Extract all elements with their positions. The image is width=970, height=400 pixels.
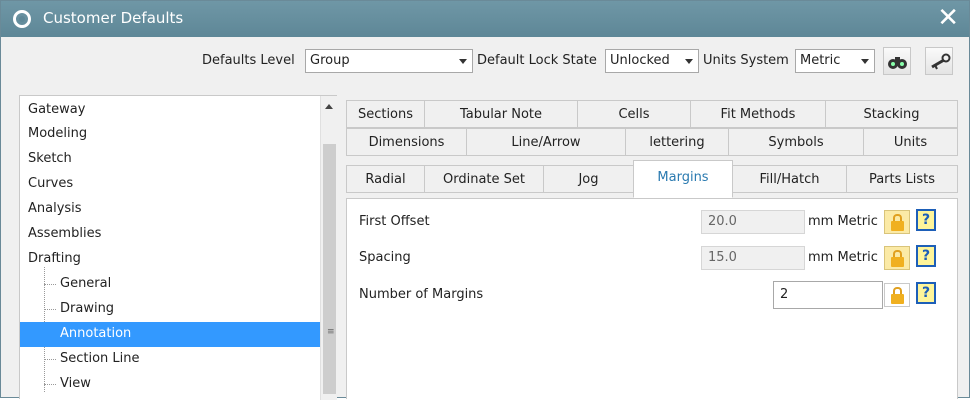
grip-icon: ≡ [327,327,335,337]
tab-stacking[interactable]: Stacking [825,100,958,128]
tree-item-label: Annotation [60,326,132,341]
tab-cells[interactable]: Cells [577,100,691,128]
spacing-label: Spacing [359,250,411,265]
defaults-level-value: Group [310,53,350,68]
tree-item-label: Drawing [60,301,115,316]
key-button[interactable] [925,47,953,75]
tab-dimensions[interactable]: Dimensions [346,128,467,156]
tree-item-curves[interactable]: Curves [20,172,320,197]
chevron-down-icon [459,59,467,64]
tab-margins[interactable]: Margins [633,160,733,198]
tree-item-sketch[interactable]: Sketch [20,147,320,172]
lock-icon-body [891,294,904,304]
tree-item-label: Sketch [28,151,72,166]
tree-item-assemblies[interactable]: Assemblies [20,222,320,247]
scroll-up-arrow-icon[interactable] [325,104,333,109]
lock-state-select[interactable]: Unlocked [605,49,699,73]
tree-item-label: General [60,276,112,291]
number-of-margins-help-button[interactable]: ? [916,282,936,304]
spacing-help-button[interactable]: ? [916,245,936,267]
find-button[interactable] [883,47,911,75]
number-of-margins-input[interactable]: 2 [773,281,883,309]
window-title: Customer Defaults [43,9,184,27]
tree-item-modeling[interactable]: Modeling [20,122,320,147]
tree-item-general[interactable]: General [20,272,320,297]
first-offset-unit: mm Metric [808,214,878,229]
customer-defaults-dialog: Customer Defaults ✕ Defaults Level Group… [0,0,970,400]
defaults-level-label: Defaults Level [202,53,295,68]
units-system-select[interactable]: Metric [795,49,875,73]
close-icon[interactable]: ✕ [937,4,959,32]
tree-item-annotation[interactable]: Annotation [20,322,320,347]
toolbar: Defaults Level Group Default Lock State … [1,37,969,83]
number-of-margins-label: Number of Margins [359,287,484,302]
scroll-thumb[interactable]: ≡ [323,144,336,394]
spacing-unit: mm Metric [808,250,878,265]
settings-tabs: Sections Tabular Note Cells Fit Methods … [346,95,958,199]
tree-item-section-line[interactable]: Section Line [20,347,320,372]
tab-sections[interactable]: Sections [346,100,425,128]
units-system-label: Units System [703,53,789,68]
first-offset-lock-button[interactable] [884,210,910,234]
tree-item-drawing[interactable]: Drawing [20,297,320,322]
tab-tabular-note[interactable]: Tabular Note [424,100,578,128]
chevron-down-icon [861,59,869,64]
tab-radial[interactable]: Radial [346,165,425,193]
tree-item-gateway[interactable]: Gateway [20,98,320,123]
tree-item-label: Assemblies [28,226,102,241]
tree-item-label: Analysis [28,201,82,216]
lock-state-label: Default Lock State [477,53,597,68]
tree-item-label: View [60,376,91,391]
margins-panel: First Offset 20.0 mm Metric ? Spacing 15… [346,198,958,399]
spacing-field: 15.0 [701,246,805,270]
tab-parts-lists[interactable]: Parts Lists [846,165,958,193]
tree-item-view[interactable]: View [20,372,320,397]
number-of-margins-lock-button[interactable] [884,283,910,307]
tab-fit-methods[interactable]: Fit Methods [690,100,826,128]
first-offset-label: First Offset [359,214,430,229]
tree-scrollbar[interactable]: ≡ [320,96,337,400]
tree-item-label: Drafting [28,251,81,266]
tab-fill-hatch[interactable]: Fill/Hatch [732,165,847,193]
category-tree: Gateway Modeling Sketch Curves Analysis … [19,95,337,400]
first-offset-help-button[interactable]: ? [916,209,936,231]
tree-item-drafting[interactable]: Drafting [20,247,320,272]
tab-jog[interactable]: Jog [543,165,634,193]
gear-icon [13,10,31,28]
lock-state-value: Unlocked [610,53,670,68]
chevron-down-icon [685,59,693,64]
binoculars-icon [888,57,907,69]
spacing-lock-button[interactable] [884,246,910,270]
first-offset-field: 20.0 [701,210,805,234]
lock-icon-body [891,221,904,231]
key-icon [931,53,951,70]
tree-item-label: Gateway [28,102,86,117]
tab-symbols[interactable]: Symbols [728,128,864,156]
tab-ordinate-set[interactable]: Ordinate Set [424,165,544,193]
title-bar[interactable]: Customer Defaults ✕ [1,1,969,37]
tree-item-label: Modeling [28,126,88,141]
units-system-value: Metric [800,53,841,68]
tree-item-label: Curves [28,176,74,191]
lock-icon-body [891,257,904,267]
tab-lettering[interactable]: lettering [625,128,729,156]
tab-units[interactable]: Units [863,128,958,156]
tab-line-arrow[interactable]: Line/Arrow [466,128,626,156]
tree-item-analysis[interactable]: Analysis [20,197,320,222]
tree-item-label: Section Line [60,351,140,366]
defaults-level-select[interactable]: Group [305,49,473,73]
